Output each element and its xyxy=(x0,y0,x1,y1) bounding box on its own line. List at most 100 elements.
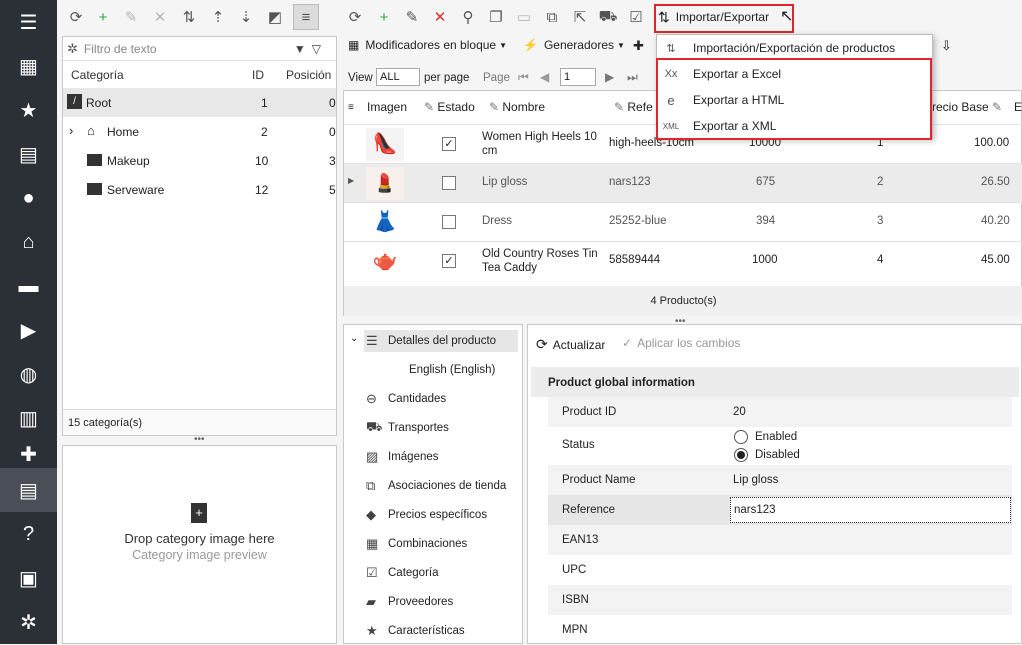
generators-button[interactable]: ⚡ Generadores ▼ xyxy=(523,38,625,52)
status-checkbox[interactable] xyxy=(442,176,456,190)
move-icon[interactable]: ⇱ xyxy=(569,6,591,28)
menu-icon[interactable]: ☰ xyxy=(0,0,57,44)
sort-icon[interactable]: ⇅ xyxy=(178,6,200,28)
filter-icon[interactable]: ▼ xyxy=(294,42,306,56)
puzzle-icon[interactable]: ✚ xyxy=(0,440,57,468)
edit-icon[interactable]: ✎ xyxy=(401,6,423,28)
chat-icon[interactable]: ▬ xyxy=(0,264,57,308)
col-category[interactable]: Categoría xyxy=(71,68,124,82)
import-export-button[interactable]: ⇅ Importar/Exportar xyxy=(658,6,769,28)
star-icon[interactable]: ★ xyxy=(0,88,57,132)
radio-enabled[interactable] xyxy=(734,430,748,444)
menu-item-export-xml[interactable]: XML Exportar a XML xyxy=(657,113,932,139)
col-name[interactable]: ✎ Nombre xyxy=(489,91,545,124)
tree-item-category[interactable]: ☑ Categoría xyxy=(366,562,439,584)
delete-icon[interactable]: ✕ xyxy=(429,6,451,28)
table-row[interactable]: ▶ 💄 Lip gloss nars123 675 2 26.50 xyxy=(344,163,1022,202)
gear-icon[interactable]: ✲ xyxy=(0,600,57,644)
tree-item-english[interactable]: English (English) xyxy=(409,359,495,381)
status-checkbox[interactable] xyxy=(442,215,456,229)
page-input[interactable]: 1 xyxy=(560,68,596,86)
col-overflow: E xyxy=(1014,100,1022,114)
check-list-icon[interactable]: ☑ xyxy=(625,6,647,28)
status-checkbox[interactable]: ✓ xyxy=(442,254,456,268)
tree-item-transport[interactable]: ⛟ Transportes xyxy=(366,417,449,439)
move-up-icon[interactable]: ⇡ xyxy=(207,6,229,28)
search-icon[interactable]: ⚲ xyxy=(457,6,479,28)
globe-icon[interactable]: ◍ xyxy=(0,352,57,396)
expand-icon[interactable]: › xyxy=(69,123,73,138)
refresh-icon[interactable]: ⟳ xyxy=(344,6,366,28)
table-row[interactable]: 🫖 ✓ Old Country Roses Tin Tea Caddy 5858… xyxy=(344,241,1022,280)
tree-item-suppliers[interactable]: ▰ Proveedores xyxy=(366,591,453,613)
inbox-icon[interactable]: ▤ xyxy=(0,132,57,176)
product-name: Dress xyxy=(482,215,513,227)
tree-item-label: Precios específicos xyxy=(388,509,488,521)
category-row[interactable]: › ⌂ Home 2 0 xyxy=(63,117,336,146)
basket-icon[interactable]: ⌂ xyxy=(0,220,57,264)
clear-filter-icon[interactable]: ▽ xyxy=(312,42,321,56)
image-edit-icon[interactable]: ◩ xyxy=(264,6,286,28)
lightning-icon: ⚡ xyxy=(523,38,538,52)
lock-icon[interactable]: ▣ xyxy=(0,556,57,600)
status-checkbox[interactable]: ✓ xyxy=(442,137,456,151)
user-icon[interactable]: ● xyxy=(0,176,57,220)
col-position[interactable]: Posición xyxy=(286,68,331,82)
chevron-down-icon[interactable]: ⌄ xyxy=(350,333,358,344)
tree-item-store-associations[interactable]: ⧉ Asociaciones de tienda xyxy=(366,475,506,497)
menu-item-export-html[interactable]: e Exportar a HTML xyxy=(657,87,932,113)
truck-check-icon[interactable]: ⛟ xyxy=(597,6,619,28)
refresh-icon[interactable]: ⟳ xyxy=(65,6,87,28)
duplicate-icon[interactable]: ⧉ xyxy=(541,6,563,28)
filter-input[interactable]: Filtro de texto xyxy=(84,42,294,56)
bulk-label: Modificadores en bloque xyxy=(365,38,497,52)
tree-item-specific-prices[interactable]: ◆ Precios específicos xyxy=(366,504,487,526)
gear-icon[interactable]: ✲ xyxy=(67,41,78,57)
bulk-modifiers-button[interactable]: ▦ Modificadores en bloque ▼ xyxy=(348,38,507,52)
col-image[interactable]: Imagen xyxy=(367,91,407,124)
filter-toggle-icon[interactable]: ≡ xyxy=(293,4,319,30)
category-image-dropzone[interactable]: + Drop category image here Category imag… xyxy=(62,445,337,644)
menu-item-product-import-export[interactable]: ⇅ Importación/Exportación de productos xyxy=(657,35,932,61)
col-status[interactable]: ✎ Estado xyxy=(424,91,475,124)
tree-item-features[interactable]: ★ Características xyxy=(366,620,465,642)
chart-icon[interactable]: ▥ xyxy=(0,396,57,440)
next-page-icon[interactable]: ▶ xyxy=(605,70,614,84)
puzzle-icon[interactable]: ✚ xyxy=(633,38,644,54)
last-page-icon[interactable]: ⏭ xyxy=(627,70,638,85)
field-label: Reference xyxy=(562,504,616,516)
product-sections-tree: ⌄ ☰ Detalles del producto English (Engli… xyxy=(343,324,523,644)
field-value[interactable]: Lip gloss xyxy=(733,474,778,486)
store-icon[interactable]: ▦ xyxy=(0,44,57,88)
menu-item-export-excel[interactable]: Xx Exportar a Excel xyxy=(657,61,932,87)
folder-icon xyxy=(87,183,102,195)
add-icon[interactable]: + xyxy=(92,6,114,28)
category-row[interactable]: Serveware 12 5 xyxy=(63,175,336,204)
tree-item-images[interactable]: ▨ Imágenes xyxy=(366,446,439,468)
col-base-price[interactable]: recio Base ✎ xyxy=(932,91,1002,124)
table-row[interactable]: 👗 Dress 25252-blue 394 3 40.20 xyxy=(344,202,1022,241)
first-page-icon[interactable]: ⏮ xyxy=(518,70,529,85)
tree-item-quantities[interactable]: ⊖ Cantidades xyxy=(366,388,446,410)
folder-icon xyxy=(87,154,102,166)
splitter-handle[interactable]: ••• xyxy=(194,434,205,445)
view-select[interactable]: ALL xyxy=(376,68,420,86)
category-row[interactable]: / Root 1 0 xyxy=(63,88,336,117)
tree-item-combinations[interactable]: ▦ Combinaciones xyxy=(366,533,467,555)
download-icon[interactable]: ⇩ xyxy=(941,38,952,54)
prev-page-icon[interactable]: ◀ xyxy=(540,70,549,84)
add-icon[interactable]: + xyxy=(373,6,395,28)
copy-icon[interactable]: ❐ xyxy=(485,6,507,28)
truck-icon[interactable]: ▶ xyxy=(0,308,57,352)
category-row[interactable]: Makeup 10 3 xyxy=(63,146,336,175)
tree-item-details[interactable]: ☰ Detalles del producto xyxy=(364,330,518,352)
help-icon[interactable]: ? xyxy=(0,512,57,556)
move-down-icon[interactable]: ⇣ xyxy=(235,6,257,28)
col-id[interactable]: ID xyxy=(252,68,264,82)
reference-input[interactable]: nars123 xyxy=(730,497,1011,523)
refresh-button[interactable]: ⟳ Actualizar xyxy=(536,336,605,353)
radio-disabled[interactable] xyxy=(734,448,748,462)
category-name: Root xyxy=(86,96,112,110)
col-reference[interactable]: ✎ Refe xyxy=(614,91,653,124)
box-icon[interactable]: ▤ xyxy=(0,468,57,512)
